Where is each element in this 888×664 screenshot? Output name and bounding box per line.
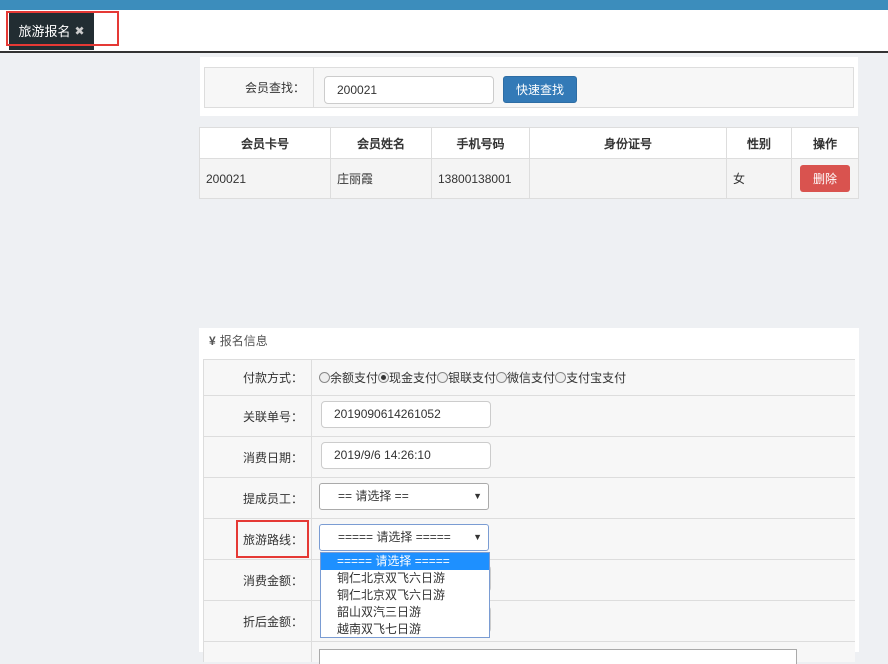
column-header-gender: 性别 [726, 127, 792, 159]
discount-label: 折后金额： [203, 601, 312, 641]
search-panel: 会员查找： 200021 快速查找 [200, 57, 858, 116]
signup-info-panel: ¥ 报名信息 付款方式： 余额支付 现金支付 银联支付 微信支付 支付宝支付 关… [199, 328, 859, 664]
chevron-down-icon: ▼ [473, 491, 482, 501]
table-row: 200021 庄丽霞 13800138001 女 删除 [199, 158, 859, 199]
form-row-staff: 提成员工： == 请选择 == ▼ [203, 478, 855, 519]
staff-select[interactable]: == 请选择 == ▼ [319, 483, 489, 510]
cell-id [529, 158, 727, 199]
radio-label: 余额支付 [330, 371, 379, 385]
highlight-box-tab [6, 11, 119, 46]
cell-action: 删除 [791, 158, 859, 199]
quick-search-button[interactable]: 快速查找 [503, 76, 577, 103]
chevron-down-icon: ▼ [473, 532, 482, 542]
column-header-id: 身份证号 [529, 127, 727, 159]
column-header-action: 操作 [791, 127, 859, 159]
tab-bar [0, 10, 888, 53]
radio-label: 支付宝支付 [566, 371, 627, 385]
remarks-textarea[interactable] [319, 649, 797, 664]
payment-radio-group: 余额支付 现金支付 银联支付 微信支付 支付宝支付 [319, 360, 626, 395]
dropdown-option[interactable]: 韶山双汽三日游 [321, 604, 489, 621]
dropdown-option[interactable]: 铜仁北京双飞六日游 [321, 570, 489, 587]
table-header-row: 会员卡号 会员姓名 手机号码 身份证号 性别 操作 [199, 127, 859, 159]
route-select[interactable]: ===== 请选择 ===== ▼ [319, 524, 489, 551]
form-row-date: 消费日期： 2019/9/6 14:26:10 [203, 437, 855, 478]
cell-name: 庄丽霞 [330, 158, 432, 199]
radio-icon[interactable] [437, 372, 449, 383]
amount-label: 消费金额： [203, 560, 312, 600]
member-search-input[interactable]: 200021 [324, 76, 494, 104]
dropdown-option[interactable]: 铜仁北京双飞六日游 [321, 587, 489, 604]
radio-label: 现金支付 [389, 371, 438, 385]
delete-button[interactable]: 删除 [800, 165, 850, 192]
top-bar [0, 0, 888, 10]
signup-form: 付款方式： 余额支付 现金支付 银联支付 微信支付 支付宝支付 关联单号： 20… [203, 359, 855, 664]
dropdown-option[interactable]: 越南双飞七日游 [321, 621, 489, 638]
radio-icon[interactable] [555, 372, 567, 383]
form-row-payment: 付款方式： 余额支付 现金支付 银联支付 微信支付 支付宝支付 [203, 360, 855, 396]
member-table: 会员卡号 会员姓名 手机号码 身份证号 性别 操作 200021 庄丽霞 138… [199, 127, 859, 199]
staff-label: 提成员工： [203, 478, 312, 518]
date-label: 消费日期： [203, 437, 312, 477]
staff-select-value: == 请选择 == [338, 489, 409, 503]
route-select-value: ===== 请选择 ===== [338, 530, 451, 544]
column-header-name: 会员姓名 [330, 127, 432, 159]
cell-gender: 女 [726, 158, 792, 199]
radio-label: 银联支付 [448, 371, 497, 385]
radio-label: 微信支付 [507, 371, 556, 385]
order-no-input[interactable]: 2019090614261052 [321, 401, 491, 428]
search-label: 会员查找： [205, 68, 314, 107]
form-row-order-no: 关联单号： 2019090614261052 [203, 396, 855, 437]
radio-unionpay[interactable]: 银联支付 [437, 369, 496, 386]
cell-card: 200021 [199, 158, 331, 199]
panel-title: 报名信息 [219, 334, 268, 348]
order-no-label: 关联单号： [203, 396, 312, 436]
radio-wechat[interactable]: 微信支付 [496, 369, 555, 386]
form-row-discount: 折后金额： [203, 601, 855, 642]
next-label [203, 642, 312, 662]
radio-icon[interactable] [378, 372, 390, 383]
dropdown-option[interactable]: ===== 请选择 ===== [321, 553, 489, 570]
column-header-phone: 手机号码 [431, 127, 530, 159]
radio-icon[interactable] [496, 372, 508, 383]
date-input[interactable]: 2019/9/6 14:26:10 [321, 442, 491, 469]
radio-cash[interactable]: 现金支付 [378, 369, 437, 386]
route-dropdown-list: ===== 请选择 ===== 铜仁北京双飞六日游 铜仁北京双飞六日游 韶山双汽… [320, 552, 490, 638]
radio-icon[interactable] [319, 372, 330, 383]
cell-phone: 13800138001 [431, 158, 530, 199]
payment-label: 付款方式： [203, 360, 312, 395]
radio-alipay[interactable]: 支付宝支付 [555, 369, 626, 386]
radio-balance[interactable]: 余额支付 [319, 369, 378, 386]
column-header-card: 会员卡号 [199, 127, 331, 159]
yen-icon: ¥ [209, 333, 216, 348]
panel-header: ¥ 报名信息 [209, 332, 268, 349]
search-row: 会员查找： 200021 快速查找 [204, 67, 854, 108]
form-row-amount: 消费金额： [203, 560, 855, 601]
highlight-box-route [236, 520, 309, 558]
form-row-next [203, 642, 855, 664]
